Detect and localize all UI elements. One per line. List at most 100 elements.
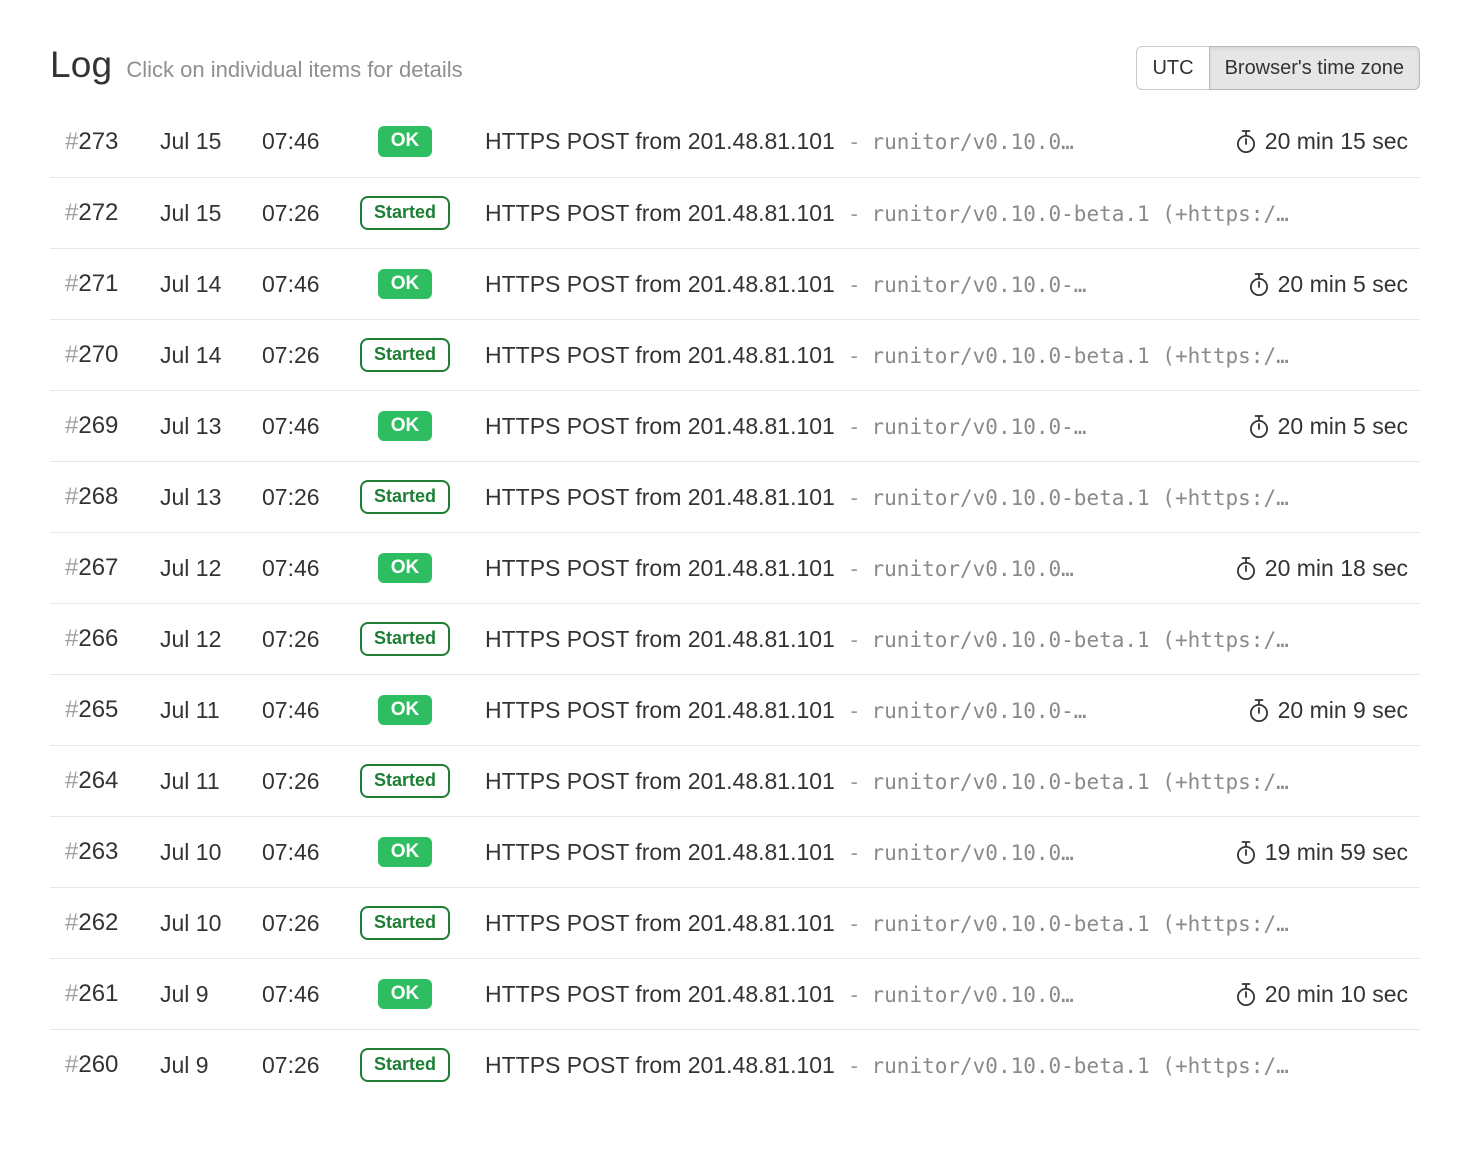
status-badge: Started — [360, 1048, 450, 1082]
user-agent-text: runitor/v0.10.0-beta.1 (+https:/… — [872, 912, 1289, 936]
user-agent-text: runitor/v0.10.0-beta.1 (+https:/… — [872, 486, 1289, 510]
stopwatch-icon — [1235, 129, 1257, 154]
status-badge-cell: Started — [340, 196, 470, 230]
log-row[interactable]: #267 Jul 12 07:46 OK HTTPS POST from 201… — [50, 532, 1420, 603]
hash-prefix: # — [65, 483, 78, 510]
event-number: #270 — [50, 341, 160, 369]
event-description: HTTPS POST from 201.48.81.101 - runitor/… — [470, 626, 1420, 653]
log-row[interactable]: #269 Jul 13 07:46 OK HTTPS POST from 201… — [50, 390, 1420, 461]
utc-button[interactable]: UTC — [1136, 46, 1209, 90]
event-message: HTTPS POST from 201.48.81.101 — [485, 128, 835, 155]
event-number-value: 268 — [78, 483, 118, 510]
log-row[interactable]: #270 Jul 14 07:26 Started HTTPS POST fro… — [50, 319, 1420, 390]
event-message: HTTPS POST from 201.48.81.101 — [485, 839, 835, 866]
hash-prefix: # — [65, 838, 78, 865]
log-row[interactable]: #262 Jul 10 07:26 Started HTTPS POST fro… — [50, 887, 1420, 958]
event-duration-text: 20 min 10 sec — [1265, 981, 1408, 1008]
user-agent-text: runitor/v0.10.0-… — [872, 273, 1087, 297]
event-description: HTTPS POST from 201.48.81.101 - runitor/… — [470, 271, 1234, 298]
separator-dash: - — [848, 1054, 861, 1078]
event-date: Jul 12 — [160, 626, 262, 653]
separator-dash: - — [848, 415, 861, 439]
event-number-value: 263 — [78, 838, 118, 865]
event-duration-text: 20 min 18 sec — [1265, 555, 1408, 582]
event-description: HTTPS POST from 201.48.81.101 - runitor/… — [470, 981, 1221, 1008]
status-badge: Started — [360, 622, 450, 656]
event-description: HTTPS POST from 201.48.81.101 - runitor/… — [470, 768, 1420, 795]
log-row[interactable]: #268 Jul 13 07:26 Started HTTPS POST fro… — [50, 461, 1420, 532]
event-number-value: 273 — [78, 128, 118, 155]
stopwatch-icon — [1235, 840, 1257, 865]
event-number-value: 270 — [78, 341, 118, 368]
log-row[interactable]: #264 Jul 11 07:26 Started HTTPS POST fro… — [50, 745, 1420, 816]
log-row[interactable]: #266 Jul 12 07:26 Started HTTPS POST fro… — [50, 603, 1420, 674]
event-number: #260 — [50, 1051, 160, 1079]
event-duration-text: 20 min 9 sec — [1278, 697, 1408, 724]
separator-dash: - — [848, 273, 861, 297]
log-row[interactable]: #261 Jul 9 07:46 OK HTTPS POST from 201.… — [50, 958, 1420, 1029]
event-time: 07:26 — [262, 200, 340, 227]
timezone-toggle: UTC Browser's time zone — [1136, 46, 1420, 90]
event-time: 07:46 — [262, 839, 340, 866]
user-agent-text: runitor/v0.10.0-… — [872, 699, 1087, 723]
event-time: 07:26 — [262, 342, 340, 369]
event-duration-text: 20 min 5 sec — [1278, 413, 1408, 440]
event-time: 07:26 — [262, 1052, 340, 1079]
event-message: HTTPS POST from 201.48.81.101 — [485, 200, 835, 227]
event-number: #273 — [50, 128, 160, 156]
status-badge-cell: Started — [340, 338, 470, 372]
event-time: 07:46 — [262, 697, 340, 724]
status-badge-cell: OK — [340, 411, 470, 442]
status-badge: Started — [360, 338, 450, 372]
event-description: HTTPS POST from 201.48.81.101 - runitor/… — [470, 697, 1234, 724]
status-badge: OK — [378, 269, 433, 300]
log-page: Log Click on individual items for detail… — [0, 0, 1470, 1100]
event-duration-text: 19 min 59 sec — [1265, 839, 1408, 866]
log-row[interactable]: #271 Jul 14 07:46 OK HTTPS POST from 201… — [50, 248, 1420, 319]
separator-dash: - — [848, 983, 861, 1007]
separator-dash: - — [848, 344, 861, 368]
user-agent-text: runitor/v0.10.0-beta.1 (+https:/… — [872, 628, 1289, 652]
event-message: HTTPS POST from 201.48.81.101 — [485, 910, 835, 937]
log-row[interactable]: #265 Jul 11 07:46 OK HTTPS POST from 201… — [50, 674, 1420, 745]
event-number-value: 265 — [78, 696, 118, 723]
browser-timezone-button[interactable]: Browser's time zone — [1209, 46, 1420, 90]
event-duration: 20 min 10 sec — [1235, 981, 1420, 1008]
status-badge: Started — [360, 480, 450, 514]
stopwatch-icon — [1235, 556, 1257, 581]
event-number: #265 — [50, 696, 160, 724]
event-number-value: 264 — [78, 767, 118, 794]
hash-prefix: # — [65, 554, 78, 581]
separator-dash: - — [848, 628, 861, 652]
status-badge-cell: OK — [340, 837, 470, 868]
event-date: Jul 13 — [160, 413, 262, 440]
event-time: 07:26 — [262, 484, 340, 511]
user-agent-text: runitor/v0.10.0-beta.1 (+https:/… — [872, 344, 1289, 368]
status-badge-cell: Started — [340, 1048, 470, 1082]
status-badge: OK — [378, 553, 433, 584]
event-duration: 20 min 5 sec — [1248, 413, 1420, 440]
status-badge-cell: OK — [340, 695, 470, 726]
status-badge: Started — [360, 906, 450, 940]
user-agent-text: runitor/v0.10.0… — [872, 557, 1074, 581]
separator-dash: - — [848, 557, 861, 581]
user-agent-text: runitor/v0.10.0-beta.1 (+https:/… — [872, 1054, 1289, 1078]
event-time: 07:26 — [262, 626, 340, 653]
hash-prefix: # — [65, 341, 78, 368]
user-agent-text: runitor/v0.10.0-beta.1 (+https:/… — [872, 202, 1289, 226]
hash-prefix: # — [65, 412, 78, 439]
event-number-value: 272 — [78, 199, 118, 226]
event-number-value: 262 — [78, 909, 118, 936]
log-row[interactable]: #272 Jul 15 07:26 Started HTTPS POST fro… — [50, 177, 1420, 248]
status-badge: OK — [378, 979, 433, 1010]
event-number: #266 — [50, 625, 160, 653]
event-description: HTTPS POST from 201.48.81.101 - runitor/… — [470, 200, 1420, 227]
user-agent-text: runitor/v0.10.0-… — [872, 415, 1087, 439]
log-row[interactable]: #273 Jul 15 07:46 OK HTTPS POST from 201… — [50, 106, 1420, 177]
log-row[interactable]: #260 Jul 9 07:26 Started HTTPS POST from… — [50, 1029, 1420, 1100]
event-date: Jul 14 — [160, 342, 262, 369]
event-number: #271 — [50, 270, 160, 298]
event-number-value: 271 — [78, 270, 118, 297]
log-row[interactable]: #263 Jul 10 07:46 OK HTTPS POST from 201… — [50, 816, 1420, 887]
status-badge-cell: Started — [340, 622, 470, 656]
